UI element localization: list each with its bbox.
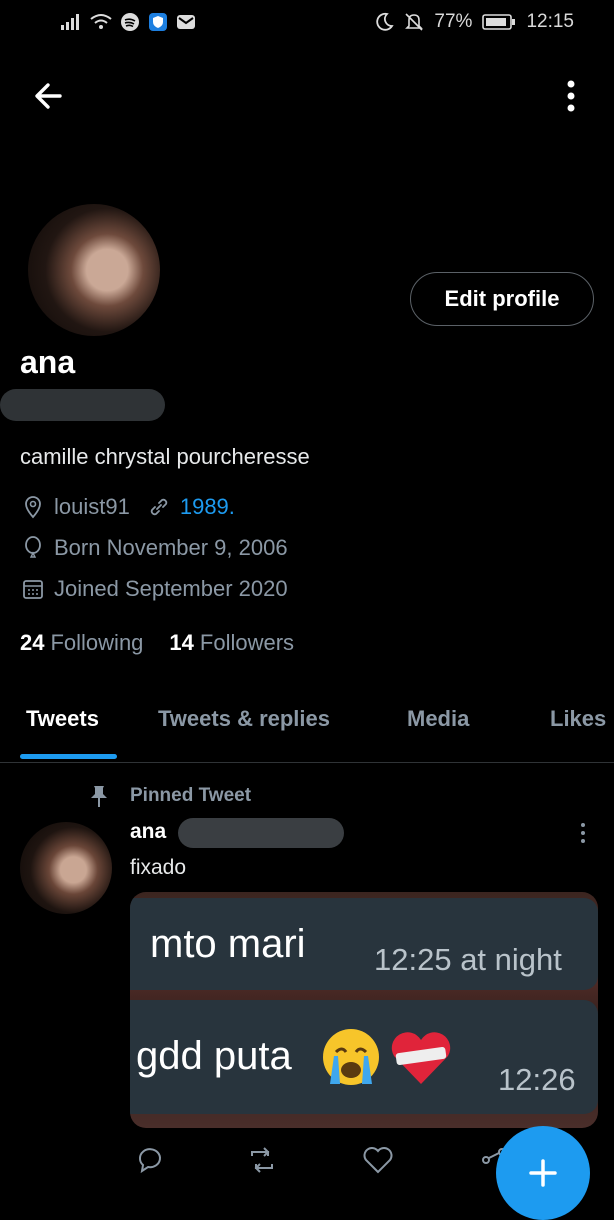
profile-website-link[interactable]: 1989. — [180, 494, 235, 520]
crying-face-icon — [323, 1029, 379, 1085]
tab-tweets-replies[interactable]: Tweets & replies — [158, 706, 330, 732]
status-time: 12:15 — [526, 11, 574, 32]
tweet-media-image[interactable]: mto mari 12:25 at night gdd puta 12:26 — [130, 892, 598, 1128]
tweet-text: fixado — [130, 856, 187, 879]
followers-count: 14 — [169, 630, 194, 655]
plus-icon — [529, 1159, 557, 1187]
status-left-icons — [60, 12, 196, 32]
tab-tweets[interactable]: Tweets — [26, 706, 99, 732]
bubble-2-text: gdd puta — [136, 1034, 292, 1078]
following-count: 24 — [20, 630, 45, 655]
edit-profile-button[interactable]: Edit profile — [410, 272, 594, 326]
follow-counts: 24 Following 14 Followers — [20, 630, 294, 656]
chat-bubble-2: gdd puta 12:26 — [130, 1000, 598, 1114]
mending-heart-icon — [391, 1032, 451, 1084]
balloon-icon — [25, 536, 41, 558]
display-name: ana — [20, 344, 76, 380]
followers-link[interactable]: 14 Followers — [169, 630, 294, 656]
pinned-label: Pinned Tweet — [130, 785, 252, 806]
retweet-icon[interactable] — [244, 1142, 280, 1178]
location-pin-icon — [25, 496, 41, 519]
pinned-indicator: Pinned Tweet — [88, 784, 251, 808]
status-right: 77% 12:15 — [374, 11, 574, 33]
tweet-avatar[interactable] — [20, 822, 112, 914]
profile-top-bar — [0, 60, 614, 130]
status-bar: 77% 12:15 — [0, 0, 614, 46]
spotify-icon — [121, 13, 139, 31]
tweet-author-name[interactable]: ana — [130, 820, 166, 844]
link-icon — [150, 498, 168, 516]
bubble-1-time: 12:25 at night — [374, 942, 562, 977]
pin-icon — [91, 786, 107, 807]
tweet-more-icon[interactable] — [576, 820, 590, 846]
joined-row: Joined September 2020 — [20, 576, 288, 602]
profile-tabs: Tweets Tweets & replies Media Likes — [0, 700, 614, 763]
birthday-row: Born November 9, 2006 — [20, 535, 288, 561]
following-label: Following — [50, 630, 144, 655]
tab-likes[interactable]: Likes — [550, 706, 606, 732]
profile-birthday: Born November 9, 2006 — [54, 535, 288, 560]
like-heart-icon[interactable] — [360, 1142, 396, 1178]
moon-icon — [376, 12, 395, 31]
battery-percent: 77% — [434, 11, 473, 32]
profile-bio: camille chrystal pourcheresse — [20, 444, 310, 469]
active-tab-indicator — [20, 754, 117, 759]
tweet-handle-redacted — [178, 818, 344, 848]
following-link[interactable]: 24 Following — [20, 630, 143, 656]
bubble-2-time: 12:26 — [498, 1062, 576, 1097]
more-vertical-icon[interactable] — [556, 76, 586, 116]
arrow-left-icon[interactable] — [30, 76, 70, 116]
chat-bubble-1: mto mari 12:25 at night — [130, 898, 598, 990]
signal-icon — [61, 14, 79, 30]
shield-app-icon — [149, 13, 167, 31]
tab-media[interactable]: Media — [407, 706, 469, 732]
compose-tweet-button[interactable] — [496, 1126, 590, 1220]
calendar-icon — [23, 580, 43, 599]
bubble-1-text: mto mari — [150, 922, 306, 966]
profile-location: louist91 — [54, 494, 130, 519]
location-link-row: louist91 1989. — [20, 494, 235, 520]
battery-icon — [482, 14, 516, 30]
wifi-icon — [90, 14, 112, 29]
profile-avatar[interactable] — [24, 200, 164, 340]
followers-label: Followers — [199, 630, 295, 655]
mail-icon — [177, 15, 195, 29]
handle-redacted — [0, 389, 165, 421]
reply-icon[interactable] — [132, 1142, 168, 1178]
profile-joined: Joined September 2020 — [54, 576, 288, 601]
mute-icon — [405, 13, 424, 31]
